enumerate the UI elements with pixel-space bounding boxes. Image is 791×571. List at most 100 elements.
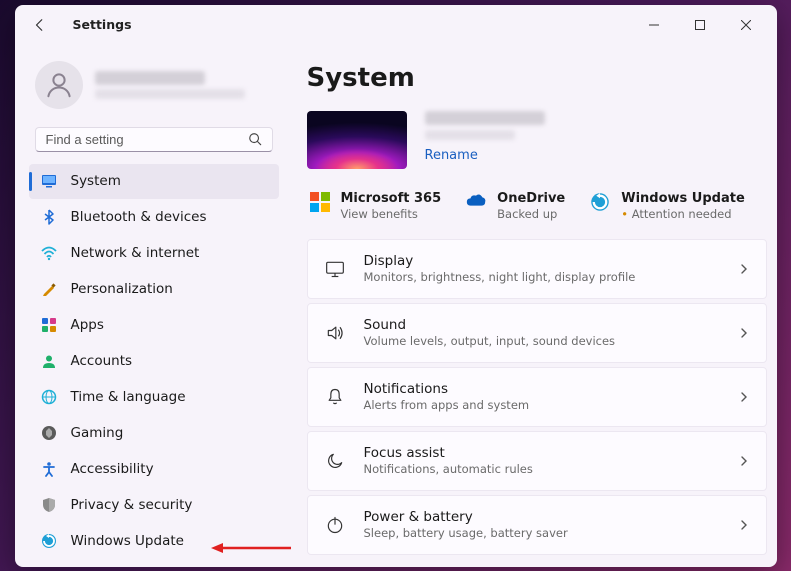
status-title: OneDrive	[497, 191, 565, 206]
m365-icon	[309, 191, 331, 213]
device-section: Rename	[307, 111, 767, 169]
status-m365[interactable]: Microsoft 365 View benefits	[309, 191, 442, 221]
card-title: Sound	[364, 317, 720, 333]
focus-assist-icon	[324, 451, 346, 471]
power-icon	[324, 515, 346, 535]
profile-name-redacted	[95, 71, 205, 85]
chevron-right-icon	[738, 263, 750, 275]
status-row: Microsoft 365 View benefits OneDrive Bac…	[307, 191, 767, 221]
status-onedrive[interactable]: OneDrive Backed up	[465, 191, 565, 221]
sound-icon	[324, 323, 346, 343]
onedrive-icon	[465, 191, 487, 213]
nav-item-label: Network & internet	[71, 245, 200, 261]
time-language-icon	[41, 389, 57, 405]
profile-email-redacted	[95, 89, 245, 99]
nav-item-time-language[interactable]: Time & language	[29, 380, 279, 415]
nav-item-apps[interactable]: Apps	[29, 308, 279, 343]
arrow-left-icon	[33, 18, 47, 32]
apps-icon	[41, 317, 57, 333]
card-title: Notifications	[364, 381, 720, 397]
accessibility-icon	[41, 461, 57, 477]
privacy-icon	[41, 497, 57, 513]
card-power-battery[interactable]: Power & battery Sleep, battery usage, ba…	[307, 495, 767, 555]
avatar	[35, 61, 83, 109]
card-sub: Notifications, automatic rules	[364, 462, 720, 476]
content-area: System Bluetooth & devices Network & int…	[15, 45, 777, 567]
device-name-redacted	[425, 111, 545, 125]
nav-item-label: Bluetooth & devices	[71, 209, 207, 225]
chevron-right-icon	[738, 519, 750, 531]
person-icon	[44, 70, 74, 100]
nav-item-gaming[interactable]: Gaming	[29, 416, 279, 451]
main-panel: System Rename Microsoft 365 View benefit…	[287, 45, 777, 567]
window-controls	[631, 9, 769, 41]
card-title: Focus assist	[364, 445, 720, 461]
page-title: System	[307, 57, 767, 111]
search-icon	[248, 132, 262, 146]
card-sub: Volume levels, output, input, sound devi…	[364, 334, 720, 348]
profile-section[interactable]	[29, 53, 279, 123]
card-title: Power & battery	[364, 509, 720, 525]
nav-item-label: System	[71, 173, 121, 189]
card-sub: Alerts from apps and system	[364, 398, 720, 412]
status-sub: View benefits	[341, 207, 442, 221]
chevron-right-icon	[738, 391, 750, 403]
minimize-icon	[649, 20, 659, 30]
search-input[interactable]	[46, 132, 248, 147]
card-display[interactable]: Display Monitors, brightness, night ligh…	[307, 239, 767, 299]
card-notifications[interactable]: Notifications Alerts from apps and syste…	[307, 367, 767, 427]
personalization-icon	[41, 281, 57, 297]
nav-item-label: Time & language	[71, 389, 186, 405]
notifications-icon	[324, 387, 346, 407]
card-title: Display	[364, 253, 720, 269]
status-windows-update[interactable]: Windows Update Attention needed	[589, 191, 745, 221]
update-status-icon	[589, 191, 611, 213]
windows-update-icon	[41, 533, 57, 549]
device-info: Rename	[425, 111, 545, 163]
close-button[interactable]	[723, 9, 769, 41]
device-thumbnail[interactable]	[307, 111, 407, 169]
card-sub: Sleep, battery usage, battery saver	[364, 526, 720, 540]
close-icon	[741, 20, 751, 30]
nav-item-label: Apps	[71, 317, 104, 333]
card-sound[interactable]: Sound Volume levels, output, input, soun…	[307, 303, 767, 363]
display-icon	[324, 259, 346, 279]
accounts-icon	[41, 353, 57, 369]
maximize-icon	[695, 20, 705, 30]
card-focus-assist[interactable]: Focus assist Notifications, automatic ru…	[307, 431, 767, 491]
nav-item-network[interactable]: Network & internet	[29, 236, 279, 271]
nav-item-label: Privacy & security	[71, 497, 193, 513]
back-button[interactable]	[31, 18, 49, 32]
sidebar: System Bluetooth & devices Network & int…	[15, 45, 287, 567]
nav-item-bluetooth[interactable]: Bluetooth & devices	[29, 200, 279, 235]
window-title: Settings	[73, 17, 132, 32]
status-sub: Attention needed	[621, 207, 745, 221]
gaming-icon	[41, 425, 57, 441]
bluetooth-icon	[41, 209, 57, 225]
settings-window: Settings	[15, 5, 777, 567]
nav-list: System Bluetooth & devices Network & int…	[29, 164, 279, 559]
rename-link[interactable]: Rename	[425, 148, 545, 163]
nav-item-label: Windows Update	[71, 533, 184, 549]
nav-item-windows-update[interactable]: Windows Update	[29, 524, 279, 559]
nav-item-accounts[interactable]: Accounts	[29, 344, 279, 379]
network-icon	[41, 245, 57, 261]
status-title: Microsoft 365	[341, 191, 442, 206]
maximize-button[interactable]	[677, 9, 723, 41]
nav-item-system[interactable]: System	[29, 164, 279, 199]
profile-text	[95, 71, 245, 99]
nav-item-label: Accessibility	[71, 461, 154, 477]
system-icon	[41, 173, 57, 189]
minimize-button[interactable]	[631, 9, 677, 41]
device-model-redacted	[425, 130, 515, 140]
chevron-right-icon	[738, 327, 750, 339]
search-box[interactable]	[35, 127, 273, 152]
nav-item-personalization[interactable]: Personalization	[29, 272, 279, 307]
nav-item-privacy[interactable]: Privacy & security	[29, 488, 279, 523]
card-sub: Monitors, brightness, night light, displ…	[364, 270, 720, 284]
settings-cards: Display Monitors, brightness, night ligh…	[307, 239, 767, 555]
chevron-right-icon	[738, 455, 750, 467]
nav-item-label: Gaming	[71, 425, 124, 441]
titlebar: Settings	[15, 5, 777, 45]
nav-item-accessibility[interactable]: Accessibility	[29, 452, 279, 487]
